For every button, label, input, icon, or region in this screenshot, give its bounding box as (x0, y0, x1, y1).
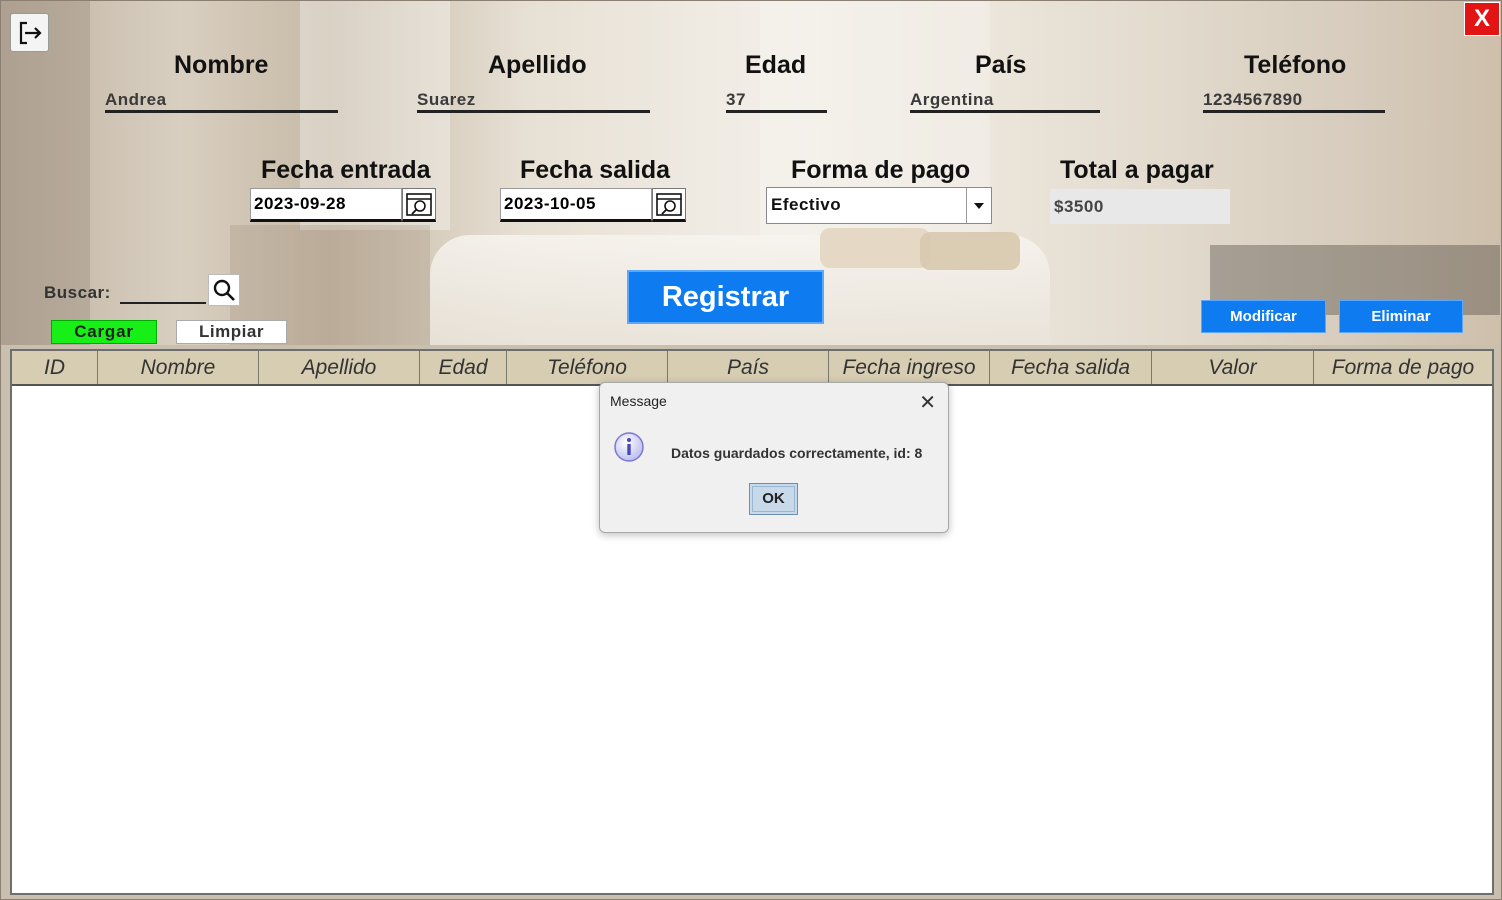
forma-pago-label: Forma de pago (791, 156, 971, 184)
forma-pago-select[interactable]: Efectivo (766, 187, 992, 224)
dialog-close-icon[interactable]: ✕ (919, 390, 936, 415)
fecha-entrada-label: Fecha entrada (261, 156, 431, 184)
telefono-label: Teléfono (1244, 51, 1347, 79)
hotel-registration-window: X Nombre Apellido Edad País Teléfono And… (0, 0, 1502, 900)
nombre-label: Nombre (174, 51, 269, 79)
total-label: Total a pagar (1060, 156, 1214, 184)
telefono-field[interactable]: 1234567890 (1203, 89, 1385, 113)
modificar-button[interactable]: Modificar (1201, 300, 1326, 333)
pais-field[interactable]: Argentina (910, 89, 1100, 113)
registrar-button[interactable]: Registrar (627, 270, 824, 324)
chevron-down-icon[interactable] (966, 188, 991, 223)
nombre-field[interactable]: Andrea (105, 89, 338, 113)
fecha-salida-input[interactable]: 2023-10-05 (500, 188, 652, 222)
buscar-label: Buscar: (44, 283, 111, 302)
column-header-nombre[interactable]: Nombre (98, 351, 259, 384)
fecha-salida-label: Fecha salida (520, 156, 671, 184)
forma-pago-value: Efectivo (771, 195, 842, 214)
dialog-title: Message (610, 393, 667, 409)
column-header-id[interactable]: ID (12, 351, 98, 384)
close-button[interactable]: X (1464, 2, 1500, 36)
info-icon (614, 432, 644, 462)
calendar-icon (656, 193, 682, 216)
exit-icon (19, 21, 42, 44)
exit-button[interactable] (10, 13, 49, 52)
column-header-apellido[interactable]: Apellido (259, 351, 420, 384)
column-header-edad[interactable]: Edad (420, 351, 507, 384)
search-button[interactable] (208, 274, 240, 306)
dialog-message: Datos guardados correctamente, id: 8 (671, 445, 923, 461)
message-dialog: Message ✕ Datos guardados correctamente,… (599, 382, 949, 533)
column-header-valor[interactable]: Valor (1152, 351, 1314, 384)
edad-label: Edad (745, 51, 807, 79)
search-input[interactable] (120, 285, 206, 304)
search-icon (213, 279, 235, 301)
total-field: $3500 (1050, 189, 1230, 224)
limpiar-button[interactable]: Limpiar (176, 320, 287, 344)
fecha-salida-calendar-button[interactable] (652, 188, 686, 222)
column-header-fecha-ingreso[interactable]: Fecha ingreso (829, 351, 990, 384)
pais-label: País (975, 51, 1027, 79)
column-header-telefono[interactable]: Teléfono (507, 351, 668, 384)
cargar-button[interactable]: Cargar (51, 320, 157, 344)
ok-button-label: OK (762, 490, 785, 507)
close-icon: X (1473, 5, 1490, 32)
edad-field[interactable]: 37 (726, 89, 827, 113)
eliminar-button[interactable]: Eliminar (1339, 300, 1463, 333)
apellido-field[interactable]: Suarez (417, 89, 650, 113)
fecha-entrada-input[interactable]: 2023-09-28 (250, 188, 402, 222)
apellido-label: Apellido (488, 51, 587, 79)
table-header: ID Nombre Apellido Edad Teléfono País Fe… (12, 351, 1492, 386)
calendar-icon (406, 193, 432, 216)
ok-button[interactable]: OK (749, 483, 798, 515)
column-header-pais[interactable]: País (668, 351, 829, 384)
column-header-fecha-salida[interactable]: Fecha salida (990, 351, 1152, 384)
column-header-forma-pago[interactable]: Forma de pago (1314, 351, 1492, 384)
fecha-entrada-calendar-button[interactable] (402, 188, 436, 222)
